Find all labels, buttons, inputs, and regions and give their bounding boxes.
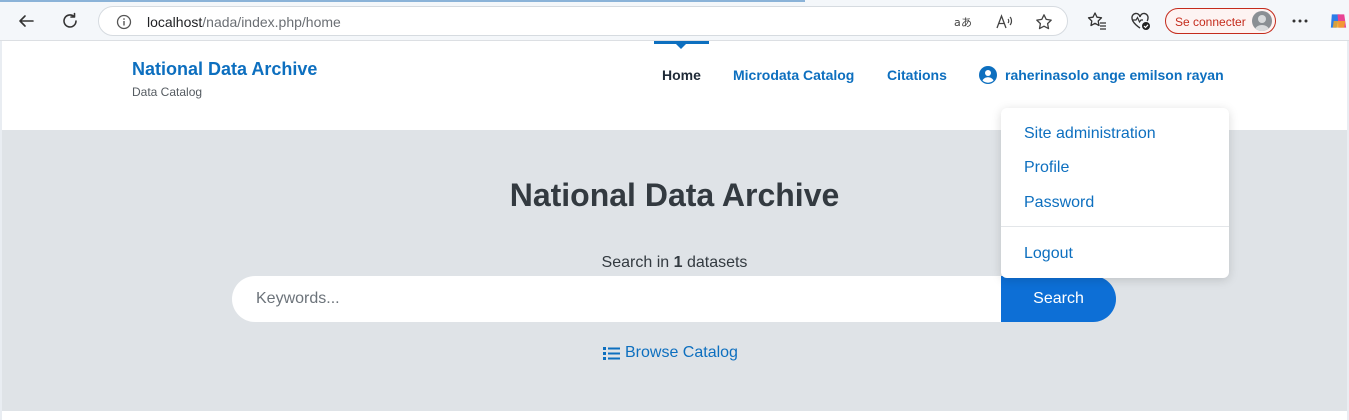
content-section-edge xyxy=(2,411,1347,420)
nav-citations[interactable]: Citations xyxy=(887,67,947,83)
address-bar[interactable]: localhost/nada/index.php/home aあ xyxy=(98,6,1068,36)
svg-text:a: a xyxy=(954,16,961,29)
translate-icon[interactable]: aあ xyxy=(954,13,972,31)
back-button[interactable] xyxy=(12,7,40,35)
menu-item-password[interactable]: Password xyxy=(1024,194,1094,212)
site-info-icon[interactable] xyxy=(115,13,133,31)
refresh-icon xyxy=(63,12,77,28)
sign-in-label: Se connecter xyxy=(1175,15,1246,29)
menu-item-site-administration[interactable]: Site administration xyxy=(1024,125,1156,143)
keyword-search-input[interactable] xyxy=(232,276,1016,322)
back-arrow-icon xyxy=(19,15,34,27)
active-nav-caret xyxy=(676,44,686,49)
favorites-icon[interactable] xyxy=(1085,9,1109,33)
menu-divider xyxy=(1001,226,1229,227)
profile-avatar-icon xyxy=(1252,11,1272,31)
sign-in-button[interactable]: Se connecter xyxy=(1165,8,1276,34)
page-content: National Data Archive Data Catalog Home … xyxy=(2,41,1347,420)
user-dropdown-menu: Site administration Profile Password Log… xyxy=(1001,108,1229,278)
nav-home[interactable]: Home xyxy=(662,67,701,83)
refresh-button[interactable] xyxy=(56,7,84,35)
svg-text:あ: あ xyxy=(961,16,972,29)
dataset-count: 1 xyxy=(673,254,683,271)
search-count-suffix: datasets xyxy=(682,254,748,271)
read-aloud-icon[interactable] xyxy=(996,13,1014,31)
url-path: /nada/index.php/home xyxy=(202,14,341,30)
menu-item-profile[interactable]: Profile xyxy=(1024,159,1069,177)
menu-item-logout[interactable]: Logout xyxy=(1024,245,1073,263)
more-menu-icon[interactable] xyxy=(1288,9,1312,33)
brand-title[interactable]: National Data Archive xyxy=(132,59,317,80)
user-menu-toggle[interactable]: raherinasolo ange emilson rayan xyxy=(1005,67,1224,83)
health-heart-icon[interactable] xyxy=(1129,9,1153,33)
loading-indicator xyxy=(0,0,805,2)
browser-toolbar: localhost/nada/index.php/home aあ Se conn… xyxy=(0,0,1349,41)
nav-microdata-catalog[interactable]: Microdata Catalog xyxy=(733,67,854,83)
search-count-prefix: Search in xyxy=(601,254,674,271)
favorite-star-icon[interactable] xyxy=(1035,13,1053,31)
search-button[interactable]: Search xyxy=(1001,276,1116,322)
brand-subtitle: Data Catalog xyxy=(132,85,203,99)
user-circle-icon xyxy=(979,66,997,84)
url-text: localhost/nada/index.php/home xyxy=(147,14,341,30)
browse-catalog-label: Browse Catalog xyxy=(625,344,738,361)
browse-catalog-link[interactable]: Browse Catalog xyxy=(603,344,738,362)
copilot-icon[interactable] xyxy=(1328,9,1349,33)
list-icon xyxy=(603,346,620,360)
url-host: localhost xyxy=(147,14,203,30)
